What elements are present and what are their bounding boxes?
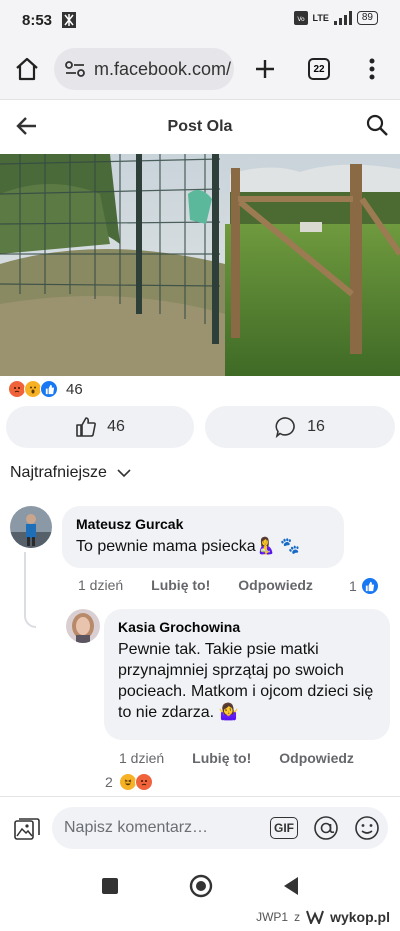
watermark-user: JWP1 bbox=[256, 910, 289, 924]
recents-icon[interactable] bbox=[102, 878, 118, 894]
emoji-icon[interactable] bbox=[354, 815, 380, 841]
like-count: 46 bbox=[107, 418, 125, 435]
volte-icon: Vo bbox=[293, 11, 308, 25]
reply-button[interactable]: Odpowiedz bbox=[238, 577, 313, 593]
like-reaction-icon bbox=[40, 380, 58, 398]
comment-bubble[interactable]: Mateusz Gurcak To pewnie mama psiecka🤱 🐾 bbox=[62, 506, 344, 568]
comment-author[interactable]: Mateusz Gurcak bbox=[76, 516, 330, 532]
home-icon[interactable] bbox=[14, 57, 40, 81]
comment-actions: 1 dzień Lubię to! Odpowiedz bbox=[119, 750, 354, 766]
battery-indicator: 89 bbox=[356, 11, 378, 25]
reply-button[interactable]: Odpowiedz bbox=[279, 750, 354, 766]
comment-sort-dropdown[interactable]: Najtrafniejsze bbox=[10, 464, 131, 482]
clock: 8:53 bbox=[22, 12, 53, 29]
comment-text: To pewnie mama psiecka🤱 🐾 bbox=[76, 538, 300, 555]
avatar[interactable] bbox=[66, 609, 100, 643]
post-photo[interactable] bbox=[0, 154, 400, 376]
comment-actions: 1 dzień Lubię to! Odpowiedz bbox=[78, 577, 313, 593]
reactions-count: 46 bbox=[66, 380, 83, 398]
watermark: JWP1 z wykop.pl bbox=[256, 909, 390, 925]
comment-text: Pewnie tak. Takie psie matki przynajmnie… bbox=[118, 641, 374, 721]
signal-icon bbox=[333, 11, 352, 25]
back-nav-icon[interactable] bbox=[283, 876, 299, 896]
comment-reaction-count: 2 bbox=[105, 774, 113, 790]
comment-time[interactable]: 1 dzień bbox=[119, 750, 164, 766]
more-menu-icon[interactable] bbox=[368, 57, 376, 81]
comment-time[interactable]: 1 dzień bbox=[78, 577, 123, 593]
tab-switcher-button[interactable]: 22 bbox=[308, 58, 330, 80]
mention-icon[interactable] bbox=[313, 815, 339, 841]
network-type: LTE bbox=[312, 13, 329, 23]
comment-bubble[interactable]: Kasia Grochowina Pewnie tak. Takie psie … bbox=[104, 609, 390, 740]
comment-count: 16 bbox=[307, 418, 325, 435]
watermark-separator: z bbox=[294, 910, 301, 924]
home-nav-icon[interactable] bbox=[189, 874, 213, 898]
comment-input-placeholder: Napisz komentarz… bbox=[64, 819, 209, 836]
like-button[interactable]: 46 bbox=[6, 406, 194, 448]
like-comment-button[interactable]: Lubię to! bbox=[192, 750, 251, 766]
sort-label: Najtrafniejsze bbox=[10, 464, 107, 481]
avatar[interactable] bbox=[10, 506, 52, 548]
woman-avatar-image bbox=[66, 609, 100, 643]
comment-button[interactable]: 16 bbox=[205, 406, 395, 448]
new-tab-icon[interactable] bbox=[254, 58, 276, 80]
url-bar[interactable]: m.facebook.com/ bbox=[54, 48, 234, 90]
reply-thread-line bbox=[24, 552, 36, 628]
chevron-down-icon bbox=[117, 468, 131, 477]
comment-reactions[interactable]: 2 bbox=[105, 773, 153, 791]
comment-reaction-count: 1 bbox=[349, 578, 357, 594]
search-icon[interactable] bbox=[366, 114, 388, 136]
page-header: Post Ola bbox=[0, 100, 400, 152]
runner-avatar-image bbox=[10, 506, 52, 548]
photo-attach-icon[interactable] bbox=[14, 816, 40, 840]
like-reaction-icon bbox=[360, 577, 379, 595]
status-icons: Vo LTE 89 bbox=[293, 11, 378, 25]
site-settings-icon[interactable] bbox=[64, 60, 86, 78]
system-nav-bar: JWP1 z wykop.pl bbox=[0, 858, 400, 931]
wykop-logo-icon bbox=[306, 910, 325, 924]
watermark-site: wykop.pl bbox=[330, 909, 390, 925]
comment-author[interactable]: Kasia Grochowina bbox=[118, 619, 376, 635]
comment-composer: Napisz komentarz… GIF bbox=[0, 796, 400, 858]
svg-text:Vo: Vo bbox=[297, 16, 305, 23]
notification-icon bbox=[62, 12, 76, 28]
page-title: Post Ola bbox=[167, 118, 233, 135]
like-comment-button[interactable]: Lubię to! bbox=[151, 577, 210, 593]
status-bar: 8:53 Vo LTE 89 bbox=[0, 0, 400, 40]
url-text: m.facebook.com/ bbox=[94, 58, 232, 79]
comment-reactions[interactable]: 1 bbox=[349, 577, 379, 595]
reactions-summary[interactable]: 46 bbox=[8, 380, 83, 398]
thumbs-up-icon bbox=[76, 417, 97, 437]
gif-button[interactable]: GIF bbox=[270, 817, 298, 839]
comment-bubble-icon bbox=[275, 417, 295, 438]
browser-toolbar: m.facebook.com/ 22 bbox=[0, 40, 400, 100]
fence-field-image bbox=[0, 154, 400, 376]
angry-reaction-icon bbox=[134, 773, 153, 791]
